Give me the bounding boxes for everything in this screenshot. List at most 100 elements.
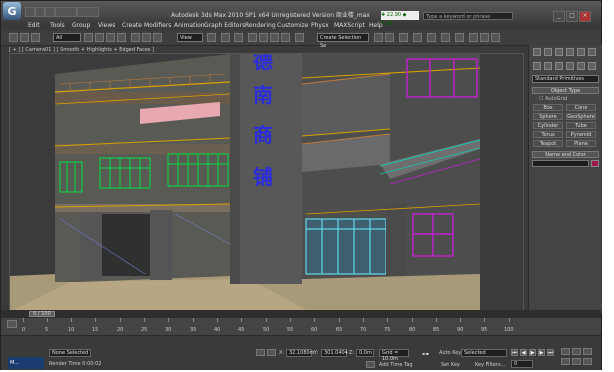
time-slider[interactable]: 0 / 100	[1, 310, 601, 318]
primitive-category-dropdown[interactable]: Standard Primitives	[532, 75, 599, 83]
named-selection-dropdown[interactable]: Create Selection Se	[317, 33, 369, 49]
pyramid-button[interactable]: Pyramid	[566, 131, 596, 138]
zoom-all-icon[interactable]	[572, 348, 581, 355]
minimize-button[interactable]: _	[553, 11, 565, 22]
rectangle-selection-icon[interactable]	[106, 33, 115, 42]
menu-animation[interactable]: Animation	[174, 22, 205, 29]
pivot-center-icon[interactable]	[207, 33, 216, 42]
spinner-snap-icon[interactable]	[281, 33, 290, 42]
menu-modifiers[interactable]: Modifiers	[144, 22, 171, 29]
search-input[interactable]: Type a keyword or phrase	[423, 12, 513, 20]
key-filter-dropdown[interactable]: Selected	[461, 349, 507, 357]
zoom-icon[interactable]	[561, 348, 570, 355]
percent-snap-icon[interactable]	[270, 33, 279, 42]
cameras-icon[interactable]	[566, 62, 574, 70]
menu-tools[interactable]: Tools	[50, 22, 65, 29]
space-warps-icon[interactable]	[588, 62, 596, 70]
menu-graph-editors[interactable]: Graph Editors	[204, 22, 245, 29]
menu-help[interactable]: Help	[369, 22, 383, 29]
menu-physx[interactable]: Physx	[311, 22, 329, 29]
taskbar-item[interactable]: M...	[8, 357, 44, 369]
scale-icon[interactable]	[153, 33, 162, 42]
motion-tab-icon[interactable]	[566, 48, 574, 56]
snaps-toggle-icon[interactable]	[248, 33, 257, 42]
plane-button[interactable]: Plane	[566, 140, 596, 147]
track-bar[interactable]: 0 5 10 15 20 25 30 35 40 45 50 55 60 65 …	[1, 318, 601, 336]
select-by-name-icon[interactable]	[95, 33, 104, 42]
mini-curve-editor-icon[interactable]	[7, 320, 17, 328]
keyboard-shortcut-icon[interactable]	[234, 33, 243, 42]
cone-button[interactable]: Cone	[566, 104, 596, 111]
menu-customize[interactable]: Customize	[277, 22, 309, 29]
edit-named-selection-icon[interactable]	[295, 33, 304, 42]
go-to-start-icon[interactable]: ⏮	[511, 349, 518, 356]
absolute-mode-icon[interactable]	[267, 349, 276, 356]
geometry-icon[interactable]	[533, 62, 541, 70]
go-to-end-icon[interactable]: ⏭	[547, 349, 554, 356]
reference-coord-dropdown[interactable]: View	[177, 33, 203, 42]
field-of-view-icon[interactable]	[561, 358, 570, 365]
torus-button[interactable]: Torus	[533, 131, 563, 138]
layer-manager-icon[interactable]	[399, 33, 408, 42]
add-time-tag-button[interactable]: Add Time Tag	[379, 362, 413, 368]
current-frame-field[interactable]: 0	[511, 360, 533, 368]
next-frame-icon[interactable]: ▶	[538, 349, 545, 356]
bind-space-warp-icon[interactable]	[31, 33, 40, 42]
cylinder-button[interactable]: Cylinder	[533, 122, 563, 129]
time-tag-icon[interactable]	[366, 361, 375, 368]
open-file-icon[interactable]	[35, 7, 45, 17]
select-manipulate-icon[interactable]	[221, 33, 230, 42]
play-icon[interactable]: ▶	[529, 349, 536, 356]
orbit-icon[interactable]	[583, 358, 592, 365]
undo-icon[interactable]	[55, 7, 77, 17]
utilities-tab-icon[interactable]	[588, 48, 596, 56]
modify-tab-icon[interactable]	[544, 48, 552, 56]
menu-views[interactable]: Views	[98, 22, 115, 29]
selection-filter-dropdown[interactable]: All	[53, 33, 81, 42]
menu-maxscript[interactable]: MAXScript	[334, 22, 365, 29]
x-coordinate-field[interactable]: 32.1080m	[286, 349, 315, 357]
material-editor-icon[interactable]	[455, 33, 464, 42]
render-setup-icon[interactable]	[469, 33, 478, 42]
zoom-extents-icon[interactable]	[583, 348, 592, 355]
z-coordinate-field[interactable]: 0.0m	[356, 349, 374, 357]
teapot-button[interactable]: Teapot	[533, 140, 563, 147]
graphite-ribbon-icon[interactable]	[413, 33, 422, 42]
redo-icon[interactable]	[77, 7, 99, 17]
display-tab-icon[interactable]	[577, 48, 585, 56]
schematic-view-icon[interactable]	[441, 33, 450, 42]
align-icon[interactable]	[385, 33, 394, 42]
unlink-icon[interactable]	[20, 33, 29, 42]
render-production-icon[interactable]	[491, 33, 500, 42]
lock-selection-icon[interactable]	[256, 349, 265, 356]
key-icon[interactable]: ⊶	[422, 351, 434, 358]
name-color-rollout[interactable]: Name and Color	[532, 151, 599, 158]
curve-editor-icon[interactable]	[427, 33, 436, 42]
3dsmax-logo-icon[interactable]: G	[3, 2, 21, 20]
object-type-rollout[interactable]: Object Type	[532, 87, 599, 94]
rendered-frame-window-icon[interactable]	[480, 33, 489, 42]
close-button[interactable]: ×	[579, 11, 591, 22]
lights-icon[interactable]	[555, 62, 563, 70]
new-file-icon[interactable]	[25, 7, 35, 17]
link-icon[interactable]	[9, 33, 18, 42]
rotate-icon[interactable]	[142, 33, 151, 42]
sphere-button[interactable]: Sphere	[533, 113, 563, 120]
autogrid-checkbox[interactable]: ☐ AutoGrid	[539, 96, 567, 102]
key-filters-button[interactable]: Key Filters...	[475, 362, 505, 368]
angle-snap-icon[interactable]	[259, 33, 268, 42]
menu-group[interactable]: Group	[72, 22, 90, 29]
hierarchy-tab-icon[interactable]	[555, 48, 563, 56]
tube-button[interactable]: Tube	[566, 122, 596, 129]
helpers-icon[interactable]	[577, 62, 585, 70]
mirror-icon[interactable]	[374, 33, 383, 42]
auto-key-button[interactable]: Auto Key	[439, 350, 461, 356]
camera-viewport[interactable]: 德 南 商 铺	[9, 53, 524, 311]
menu-edit[interactable]: Edit	[28, 22, 40, 29]
box-button[interactable]: Box	[533, 104, 563, 111]
menu-rendering[interactable]: Rendering	[245, 22, 276, 29]
pan-view-icon[interactable]	[572, 358, 581, 365]
menu-create[interactable]: Create	[122, 22, 142, 29]
maximize-button[interactable]: □	[566, 11, 578, 22]
geosphere-button[interactable]: GeoSphere	[566, 113, 596, 120]
